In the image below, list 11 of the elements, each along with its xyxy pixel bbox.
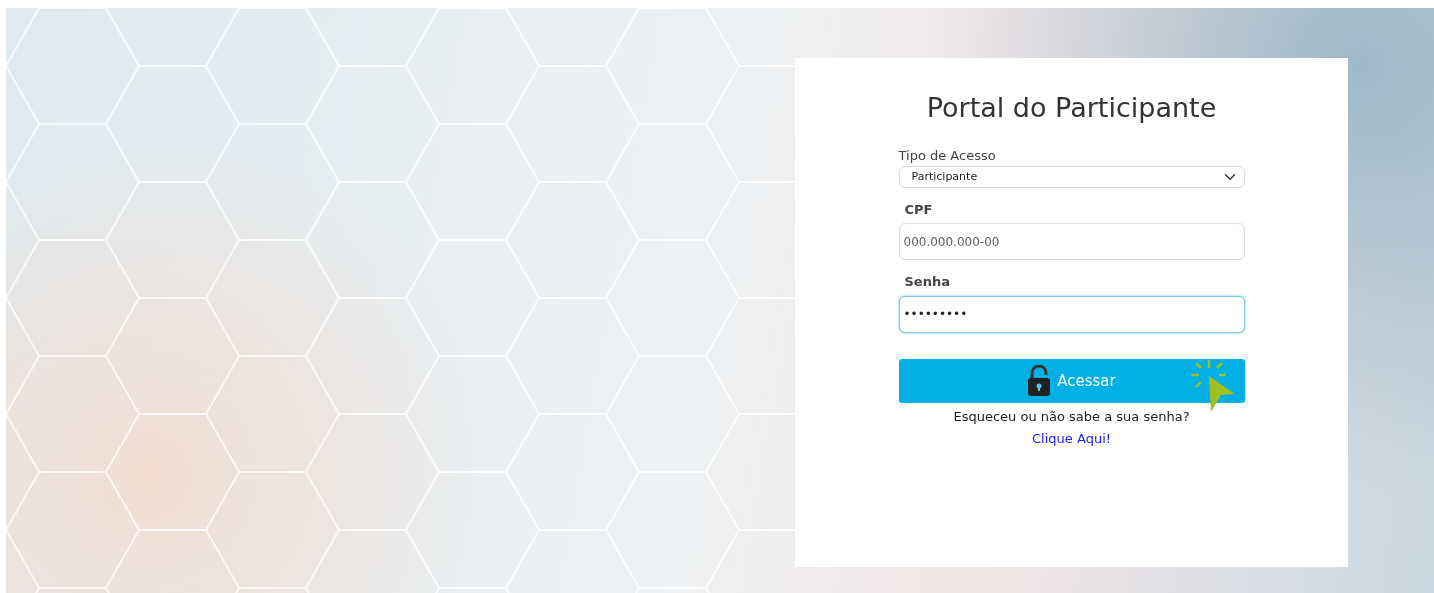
access-type-select[interactable]: Participante (898, 165, 1245, 188)
click-here-link[interactable]: Clique Aqui! (1032, 431, 1111, 447)
field-label: Tipo de Acesso (898, 147, 997, 166)
page-title: Portal do Participante (925, 91, 1218, 125)
padlock-icon (1027, 364, 1052, 397)
password-field[interactable]: ••••••••• (898, 295, 1245, 333)
cpf-field[interactable]: 000.000.000-00 (898, 223, 1245, 261)
cursor-icon (1189, 358, 1237, 414)
field-label: Senha (904, 273, 951, 292)
field-label: CPF (904, 200, 934, 219)
forgot-password-text: Esqueceu ou não sabe a sua senha? (952, 407, 1191, 426)
